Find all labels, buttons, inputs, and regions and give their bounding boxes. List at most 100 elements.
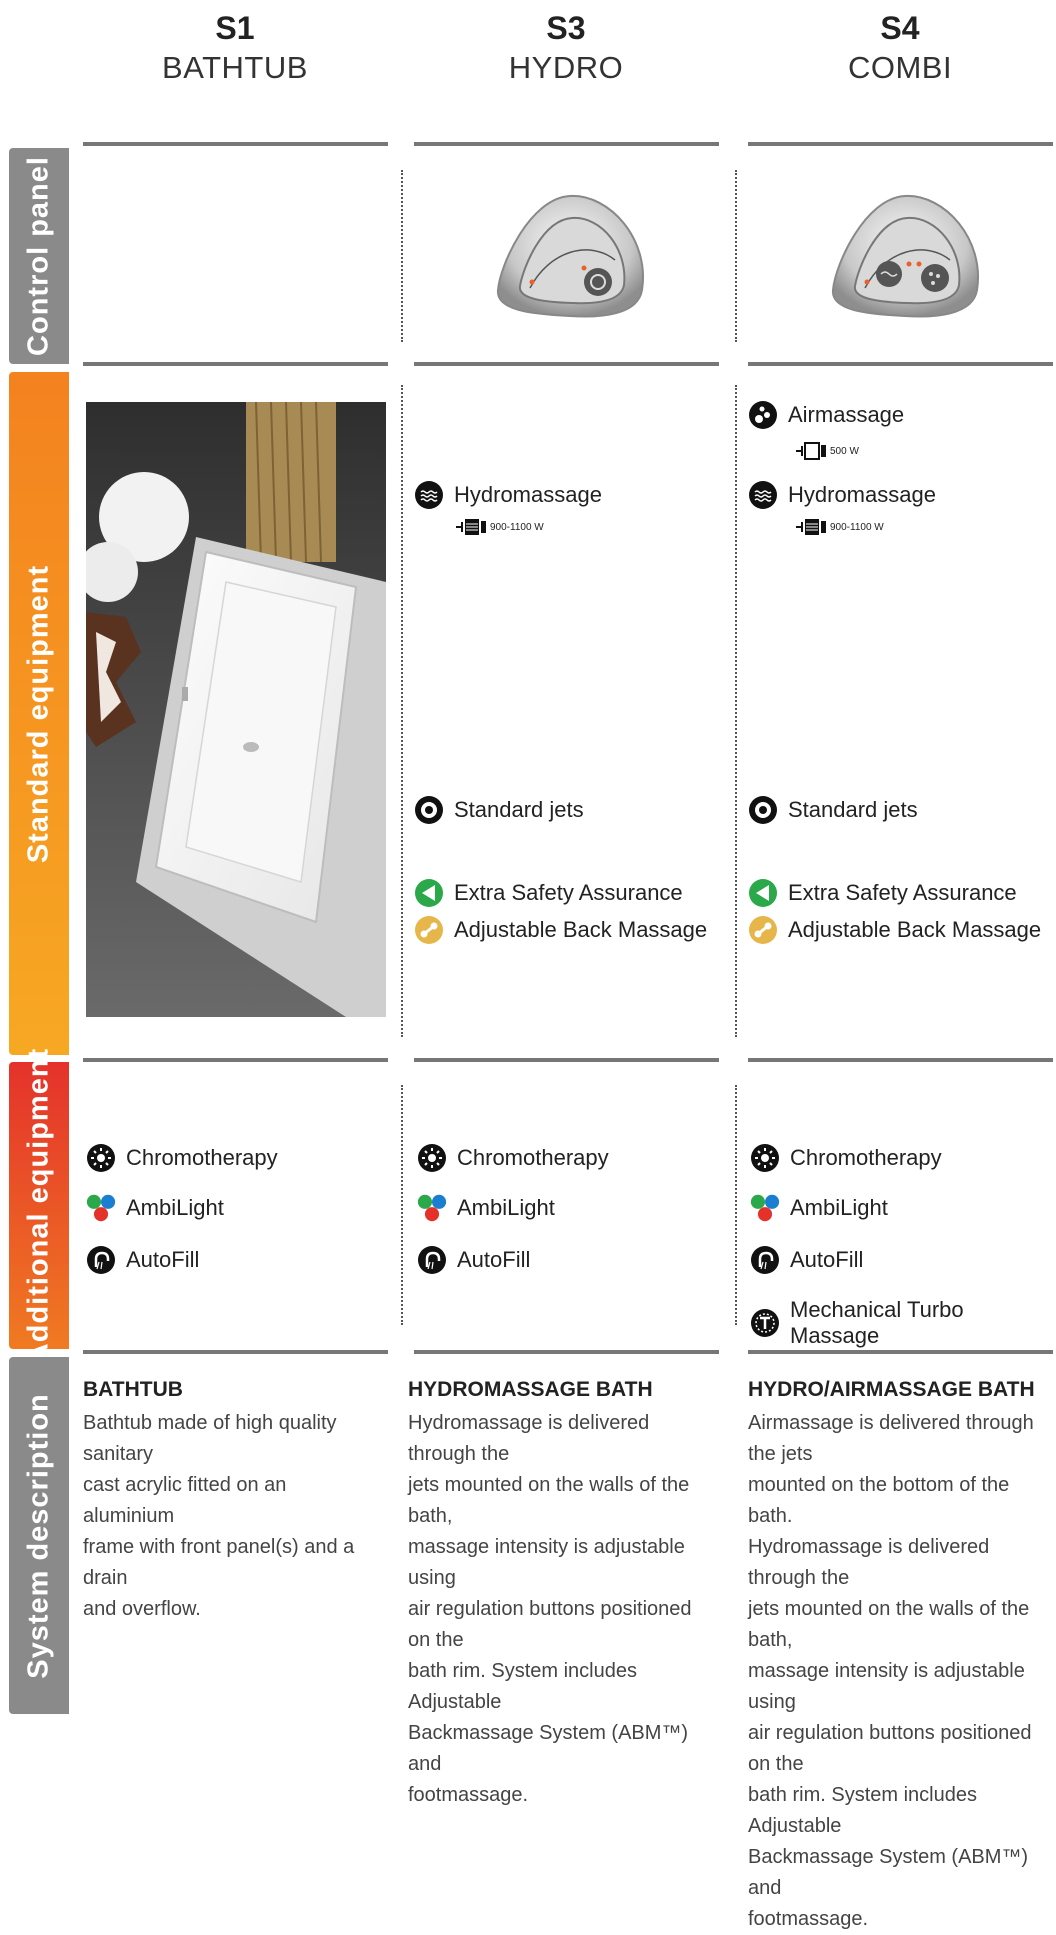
back-massage-icon bbox=[748, 915, 778, 945]
blower-icon bbox=[796, 442, 826, 460]
jets-icon bbox=[414, 795, 444, 825]
feature-label: AutoFill bbox=[457, 1247, 531, 1272]
chromotherapy-icon bbox=[86, 1143, 116, 1173]
feature-autofill: AutoFill bbox=[750, 1245, 863, 1275]
control-panel-hydro-image bbox=[490, 190, 650, 318]
dotted-divider bbox=[401, 1085, 403, 1325]
feature-extra-safety: Extra Safety Assurance bbox=[414, 878, 683, 908]
separator-line bbox=[748, 362, 1053, 366]
description-line: jets mounted on the walls of the bath, bbox=[408, 1474, 690, 1527]
feature-extra-safety: Extra Safety Assurance bbox=[748, 878, 1017, 908]
column-header-s1: S1 BATHTUB bbox=[85, 8, 385, 88]
chromotherapy-icon bbox=[750, 1143, 780, 1173]
safety-icon bbox=[414, 878, 444, 908]
feature-label: AmbiLight bbox=[126, 1195, 224, 1220]
dotted-divider bbox=[735, 170, 737, 342]
dotted-divider bbox=[401, 170, 403, 342]
row-label-text: Control panel bbox=[22, 156, 55, 356]
separator-line bbox=[414, 362, 719, 366]
feature-mechanical-turbo-massage: Mechanical Turbo Massage bbox=[750, 1297, 1056, 1349]
feature-label: Chromotherapy bbox=[457, 1145, 609, 1170]
description-title: HYDRO/AIRMASSAGE BATH bbox=[748, 1378, 1035, 1401]
control-panel-combi-image bbox=[825, 190, 985, 318]
row-label-text: System description bbox=[22, 1392, 55, 1679]
description-line: massage intensity is adjustable using bbox=[408, 1536, 685, 1589]
power-rating: 900-1100 W bbox=[456, 518, 544, 536]
description-line: footmassage. bbox=[748, 1908, 869, 1930]
feature-chromotherapy: Chromotherapy bbox=[86, 1143, 278, 1173]
separator-line bbox=[748, 1350, 1053, 1354]
feature-label: Adjustable Back Massage bbox=[454, 917, 708, 942]
hydromassage-icon bbox=[748, 480, 778, 510]
row-label-additional-equipment: Additional equipment bbox=[9, 1047, 69, 1364]
separator-line bbox=[83, 1350, 388, 1354]
description-line: Hydromassage is delivered through the bbox=[408, 1412, 650, 1465]
description-line: frame with front panel(s) and a drain bbox=[83, 1536, 355, 1589]
description-title: BATHTUB bbox=[83, 1378, 183, 1401]
description-line: Hydromassage is delivered through the bbox=[748, 1536, 990, 1589]
dotted-divider bbox=[401, 385, 403, 1037]
feature-label: Extra Safety Assurance bbox=[454, 880, 683, 905]
feature-label: Chromotherapy bbox=[126, 1145, 278, 1170]
description-line: footmassage. bbox=[408, 1784, 529, 1806]
ambilight-icon bbox=[750, 1193, 780, 1223]
description-line: massage intensity is adjustable using bbox=[748, 1660, 1025, 1713]
feature-chromotherapy: Chromotherapy bbox=[417, 1143, 609, 1173]
separator-line bbox=[83, 1058, 388, 1062]
row-label-text: Standard equipment bbox=[22, 564, 55, 863]
column-code: S3 bbox=[546, 10, 586, 46]
description-text: Bathtub made of high quality sanitary ca… bbox=[83, 1408, 383, 1625]
feature-label: Adjustable Back Massage bbox=[788, 917, 1042, 942]
feature-hydromassage: Hydromassage bbox=[414, 480, 602, 510]
dotted-divider bbox=[735, 385, 737, 1037]
feature-ambilight: AmbiLight bbox=[750, 1193, 888, 1223]
autofill-icon bbox=[750, 1245, 780, 1275]
feature-label: AutoFill bbox=[126, 1247, 200, 1272]
description-line: air regulation buttons positioned on the bbox=[408, 1598, 692, 1651]
pump-icon bbox=[456, 519, 486, 535]
description-text: Hydromassage is delivered through the je… bbox=[408, 1408, 708, 1811]
ambilight-icon bbox=[86, 1193, 116, 1223]
feature-standard-jets: Standard jets bbox=[748, 795, 918, 825]
autofill-icon bbox=[417, 1245, 447, 1275]
column-name: BATHTUB bbox=[162, 50, 308, 85]
feature-airmassage: Airmassage bbox=[748, 400, 904, 430]
watt-label: 500 W bbox=[830, 445, 859, 457]
separator-line bbox=[748, 1058, 1053, 1062]
separator-line bbox=[414, 1350, 719, 1354]
feature-label: Chromotherapy bbox=[790, 1145, 942, 1170]
bathtub-photo bbox=[86, 402, 386, 1017]
feature-standard-jets: Standard jets bbox=[414, 795, 584, 825]
column-name: COMBI bbox=[847, 50, 953, 85]
row-label-text: Additional equipment bbox=[22, 1047, 55, 1364]
ambilight-icon bbox=[417, 1193, 447, 1223]
row-label-control-panel: Control panel bbox=[9, 148, 69, 364]
airmassage-icon bbox=[748, 400, 778, 430]
feature-label: Extra Safety Assurance bbox=[788, 880, 1017, 905]
dotted-divider bbox=[735, 1085, 737, 1325]
feature-chromotherapy: Chromotherapy bbox=[750, 1143, 942, 1173]
description-line: bath rim. System includes Adjustable bbox=[408, 1660, 637, 1713]
separator-line bbox=[83, 142, 388, 146]
feature-ambilight: AmbiLight bbox=[417, 1193, 555, 1223]
hydromassage-icon bbox=[414, 480, 444, 510]
watt-label: 900-1100 W bbox=[490, 521, 544, 533]
separator-line bbox=[414, 1058, 719, 1062]
column-code: S4 bbox=[880, 10, 920, 46]
description-line: cast acrylic fitted on an aluminium bbox=[83, 1474, 287, 1527]
column-header-s4: S4 COMBI bbox=[750, 8, 1050, 88]
feature-label: Standard jets bbox=[788, 797, 918, 822]
separator-line bbox=[414, 142, 719, 146]
description-line: air regulation buttons positioned on the bbox=[748, 1722, 1032, 1775]
description-line: Airmassage is delivered through the jets bbox=[748, 1412, 1034, 1465]
feature-label: Mechanical Turbo Massage bbox=[790, 1297, 964, 1348]
chromotherapy-icon bbox=[417, 1143, 447, 1173]
jets-icon bbox=[748, 795, 778, 825]
feature-label: Hydromassage bbox=[454, 482, 602, 507]
feature-label: Hydromassage bbox=[788, 482, 936, 507]
column-header-s3: S3 HYDRO bbox=[416, 8, 716, 88]
feature-label: AutoFill bbox=[790, 1247, 864, 1272]
power-rating: 900-1100 W bbox=[796, 518, 884, 536]
description-line: mounted on the bottom of the bath. bbox=[748, 1474, 1010, 1527]
description-line: jets mounted on the walls of the bath, bbox=[748, 1598, 1030, 1651]
